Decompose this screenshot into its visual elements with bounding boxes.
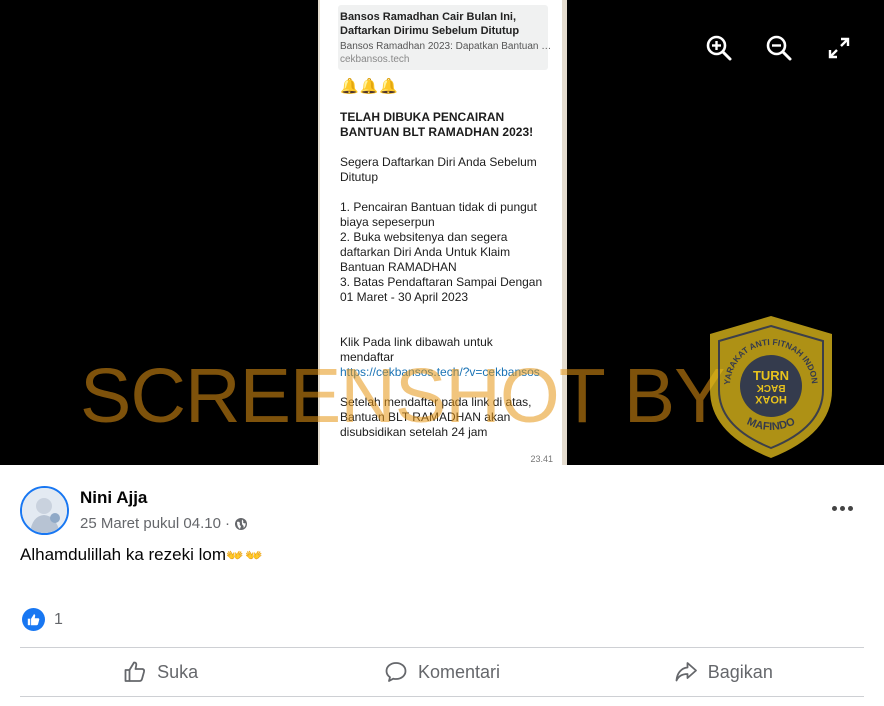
zoom-out-icon <box>766 35 792 61</box>
message-line: Segera Daftarkan Diri Anda Sebelum Ditut… <box>340 155 537 184</box>
avatar[interactable] <box>20 486 69 535</box>
svg-text:HOAX: HOAX <box>754 393 786 405</box>
post-actions: Suka Komentari Bagikan <box>20 648 864 696</box>
zoom-in-button[interactable] <box>700 33 738 63</box>
mafindo-seal-logo: MASYARAKAT ANTI FITNAH INDONESIA TURN BA… <box>704 312 832 458</box>
globe-icon <box>234 517 247 530</box>
post-caption: Alhamdulillah ka rezeki lom👐👐 <box>20 545 265 565</box>
post-caption-text: Alhamdulillah ka rezeki lom <box>20 545 226 564</box>
post-meta: 25 Maret pukul 04.10 · <box>80 515 248 532</box>
link-preview-domain: cekbansos.tech <box>340 54 410 65</box>
reaction-summary[interactable]: 1 <box>22 608 63 631</box>
reaction-count: 1 <box>54 610 63 628</box>
svg-text:BACK: BACK <box>756 382 786 393</box>
link-preview: Bansos Ramadhan Cair Bulan Ini, Daftarka… <box>338 5 556 70</box>
post-options-button[interactable] <box>826 494 858 522</box>
share-icon <box>675 662 697 682</box>
share-button[interactable]: Bagikan <box>583 648 864 696</box>
comment-icon <box>385 662 407 682</box>
chat-message-bubble: Bansos Ramadhan Cair Bulan Ini, Daftarka… <box>320 0 562 465</box>
comment-label: Komentari <box>417 661 501 682</box>
message-heading: TELAH DIBUKA PENCAIRAN BANTUAN BLT RAMAD… <box>340 110 534 139</box>
zoom-out-button[interactable] <box>760 33 798 63</box>
link-preview-description: Bansos Ramadhan 2023: Dapatkan Bantuan B… <box>340 41 556 52</box>
meta-separator: · <box>224 515 230 532</box>
like-button[interactable]: Suka <box>20 648 301 696</box>
viewer-toolbar <box>700 33 858 63</box>
message-closing: Setelah mendaftar pada link di atas, Ban… <box>340 395 532 439</box>
message-link: https://cekbansos.tech/?v=cekbansos <box>340 365 540 379</box>
avatar-image <box>22 488 67 533</box>
link-preview-title: Bansos Ramadhan Cair Bulan Ini, Daftarka… <box>340 11 520 37</box>
photo-viewer: Bansos Ramadhan Cair Bulan Ini, Daftarka… <box>0 0 884 465</box>
zoom-in-icon <box>706 35 732 61</box>
dot-icon <box>847 505 853 511</box>
fullscreen-icon <box>828 37 850 59</box>
message-link-intro: Klik Pada link dibawah untuk mendaftar <box>340 335 493 364</box>
post-author[interactable]: Nini Ajja <box>80 488 147 508</box>
comment-button[interactable]: Komentari <box>301 648 582 696</box>
message-point-2: 2. Buka websitenya dan segera daftarkan … <box>340 230 511 274</box>
share-label: Bagikan <box>707 661 773 682</box>
like-label: Suka <box>157 661 199 682</box>
thumbs-up-icon <box>124 661 146 682</box>
fullscreen-button[interactable] <box>820 33 858 63</box>
message-point-3: 3. Batas Pendaftaran Sampai Dengan 01 Ma… <box>340 275 543 304</box>
divider <box>20 696 864 697</box>
dot-icon <box>831 505 837 511</box>
dot-icon <box>839 505 845 511</box>
chat-screenshot: Bansos Ramadhan Cair Bulan Ini, Daftarka… <box>318 0 567 465</box>
post-timestamp[interactable]: 25 Maret pukul 04.10 <box>80 515 221 532</box>
message-point-1: 1. Pencairan Bantuan tidak di pungut bia… <box>340 200 537 229</box>
bell-emojis: 🔔🔔🔔 <box>340 78 400 95</box>
svg-text:TURN: TURN <box>753 368 789 383</box>
message-time: 23.41 <box>530 454 553 464</box>
open-hands-emojis: 👐👐 <box>225 547 265 563</box>
like-reaction-icon <box>22 608 45 631</box>
